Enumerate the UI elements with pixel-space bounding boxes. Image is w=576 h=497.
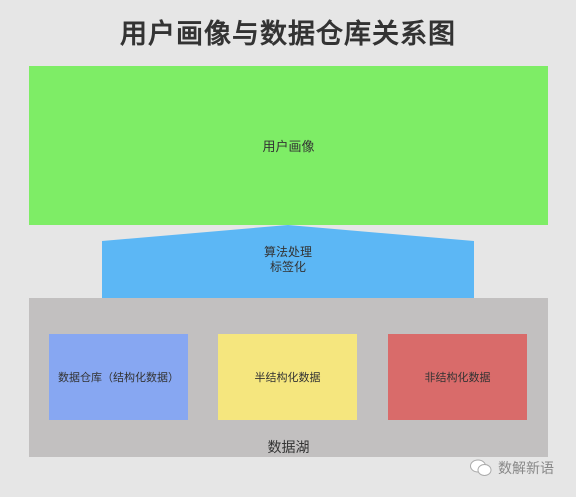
semi-structured-label: 半结构化数据 — [254, 371, 321, 384]
watermark-text: 数解新语 — [498, 461, 554, 477]
processing-label: 算法处理 — [263, 245, 312, 259]
user-profile-layer: 用户画像 — [29, 66, 548, 225]
diagram-title: 用户画像与数据仓库关系图 — [120, 19, 456, 50]
unstructured-box: 非结构化数据 — [388, 334, 527, 420]
wechat-icon — [470, 459, 492, 476]
data-warehouse-label: 数据仓库（结构化数据） — [58, 371, 179, 384]
watermark: 数解新语 — [470, 458, 554, 478]
semi-structured-box: 半结构化数据 — [218, 334, 357, 420]
unstructured-label: 非结构化数据 — [424, 371, 491, 384]
tagging-label: 标签化 — [269, 260, 306, 274]
data-warehouse-box: 数据仓库（结构化数据） — [49, 334, 188, 420]
data-lake-label: 数据湖 — [267, 440, 310, 456]
user-profile-label: 用户画像 — [262, 140, 315, 155]
processing-layer-text: 算法处理 标签化 — [102, 245, 474, 275]
